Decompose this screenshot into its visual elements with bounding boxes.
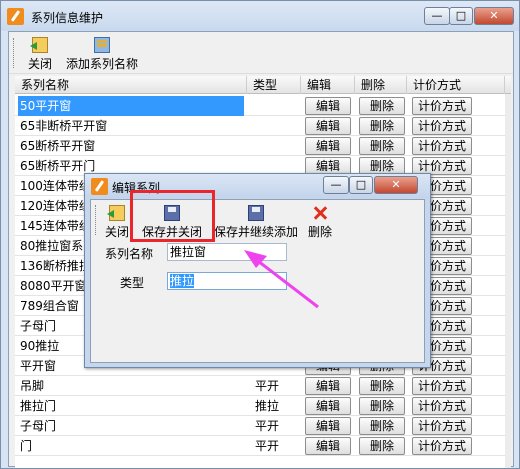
- table-row[interactable]: 吊脚 平开 编辑 删除 计价方式: [15, 376, 511, 396]
- header-edit[interactable]: 编辑: [301, 76, 355, 94]
- series-type-cell: 平开: [255, 379, 280, 393]
- app-icon: [7, 8, 24, 25]
- edit-button[interactable]: 编辑: [305, 417, 351, 435]
- toolbar-grip: [13, 38, 16, 68]
- header-series-name[interactable]: 系列名称: [15, 76, 247, 94]
- delete-button[interactable]: 删除: [359, 117, 405, 135]
- delete-button[interactable]: 删除: [359, 377, 405, 395]
- pricing-method-button[interactable]: 计价方式: [412, 397, 472, 415]
- dialog-delete-label: 删除: [307, 225, 332, 239]
- main-window-title: 系列信息维护: [31, 11, 104, 25]
- pricing-method-button[interactable]: 计价方式: [412, 437, 472, 455]
- main-titlebar[interactable]: 系列信息维护 — □ ✕: [1, 1, 519, 31]
- delete-button[interactable]: 删除: [359, 437, 405, 455]
- header-type[interactable]: 类型: [247, 76, 301, 94]
- series-name-cell: 门: [20, 439, 33, 453]
- series-name-cell: 子母门: [20, 419, 57, 433]
- dialog-delete-button[interactable]: 删除: [305, 205, 335, 240]
- edit-button[interactable]: 编辑: [305, 137, 351, 155]
- series-type-cell: [251, 136, 301, 156]
- dialog-maximize-button[interactable]: □: [349, 176, 373, 194]
- maximize-button[interactable]: □: [449, 7, 473, 25]
- add-series-button[interactable]: 添加系列名称: [63, 37, 141, 72]
- add-series-icon: [94, 37, 110, 53]
- highlight-box: [130, 190, 215, 242]
- header-pricing[interactable]: 计价方式: [407, 76, 505, 94]
- series-type-cell: 平开: [255, 439, 280, 453]
- table-row[interactable]: 65断桥平开窗 编辑 删除 计价方式: [15, 136, 511, 156]
- series-name-cell: 推拉门: [20, 399, 57, 413]
- edit-button[interactable]: 编辑: [305, 377, 351, 395]
- close-tool-label: 关闭: [27, 57, 52, 71]
- pricing-method-button[interactable]: 计价方式: [412, 137, 472, 155]
- grid-header: 系列名称 类型 编辑 删除 计价方式: [15, 76, 511, 94]
- table-row[interactable]: 推拉门 推拉 编辑 删除 计价方式: [15, 396, 511, 416]
- series-type-cell: [251, 116, 301, 136]
- series-name-cell: 65断桥平开窗: [20, 139, 96, 153]
- series-name-cell: 吊脚: [20, 379, 45, 393]
- series-name-cell: 50平开窗: [18, 96, 244, 116]
- close-window-button[interactable]: ✕: [474, 7, 514, 25]
- main-toolbar: 关闭 添加系列名称: [9, 32, 513, 74]
- add-series-label: 添加系列名称: [65, 57, 138, 71]
- close-tool-button[interactable]: 关闭: [23, 37, 57, 72]
- save-and-continue-button[interactable]: 保存并继续添加: [213, 205, 299, 240]
- pricing-method-button[interactable]: 计价方式: [412, 97, 472, 115]
- pricing-method-button[interactable]: 计价方式: [412, 417, 472, 435]
- grid-scrollbar[interactable]: [505, 94, 511, 468]
- delete-button[interactable]: 删除: [359, 137, 405, 155]
- edit-button[interactable]: 编辑: [305, 117, 351, 135]
- save-and-continue-label: 保存并继续添加: [213, 225, 298, 239]
- pricing-method-button[interactable]: 计价方式: [412, 377, 472, 395]
- delete-x-icon: [312, 205, 328, 221]
- edit-button[interactable]: 编辑: [305, 397, 351, 415]
- delete-button[interactable]: 删除: [359, 97, 405, 115]
- table-row[interactable]: 65非断桥平开窗 编辑 删除 计价方式: [15, 116, 511, 136]
- series-type-cell: 平开: [255, 419, 280, 433]
- delete-button[interactable]: 删除: [359, 417, 405, 435]
- dialog-minimize-button[interactable]: —: [323, 176, 349, 194]
- header-delete[interactable]: 删除: [355, 76, 407, 94]
- minimize-button[interactable]: —: [424, 7, 450, 25]
- table-row[interactable]: 50平开窗 编辑 删除 计价方式: [15, 96, 511, 116]
- dialog-app-icon: [91, 178, 108, 195]
- series-type-cell: [251, 96, 301, 116]
- exit-icon: [30, 37, 48, 53]
- series-type-cell: 推拉: [255, 399, 280, 413]
- type-field-value: 推拉: [170, 274, 195, 288]
- edit-button[interactable]: 编辑: [305, 437, 351, 455]
- save-continue-icon: [248, 205, 264, 221]
- table-row[interactable]: 门 平开 编辑 删除 计价方式: [15, 436, 511, 456]
- series-name-cell: 65非断桥平开窗: [20, 119, 108, 133]
- type-label: 类型: [120, 276, 145, 290]
- table-row[interactable]: 子母门 平开 编辑 删除 计价方式: [15, 416, 511, 436]
- pricing-method-button[interactable]: 计价方式: [412, 117, 472, 135]
- series-name-label: 系列名称: [105, 247, 154, 261]
- delete-button[interactable]: 删除: [359, 397, 405, 415]
- dialog-close-button[interactable]: ✕: [374, 176, 418, 194]
- dialog-close-button-tool[interactable]: 关闭: [101, 205, 133, 240]
- type-field[interactable]: 推拉: [167, 272, 287, 290]
- dialog-close-label: 关闭: [104, 225, 129, 239]
- series-name-field[interactable]: 推拉窗: [167, 243, 287, 261]
- edit-button[interactable]: 编辑: [305, 97, 351, 115]
- dialog-exit-icon: [107, 205, 125, 221]
- dialog-toolbar-grip: [95, 205, 98, 235]
